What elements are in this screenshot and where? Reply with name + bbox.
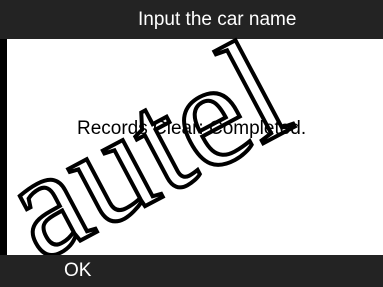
left-border xyxy=(0,39,7,255)
title-bar: Input the car name xyxy=(0,0,383,39)
screen-title: Input the car name xyxy=(138,9,297,30)
content-area: Records Clear: Completed. xyxy=(7,39,383,255)
soft-key-bar: OK xyxy=(0,255,383,287)
scanner-screen: Input the car name Records Clear: Comple… xyxy=(0,0,383,287)
status-message: Records Clear: Completed. xyxy=(77,118,307,139)
ok-button[interactable]: OK xyxy=(64,255,91,287)
